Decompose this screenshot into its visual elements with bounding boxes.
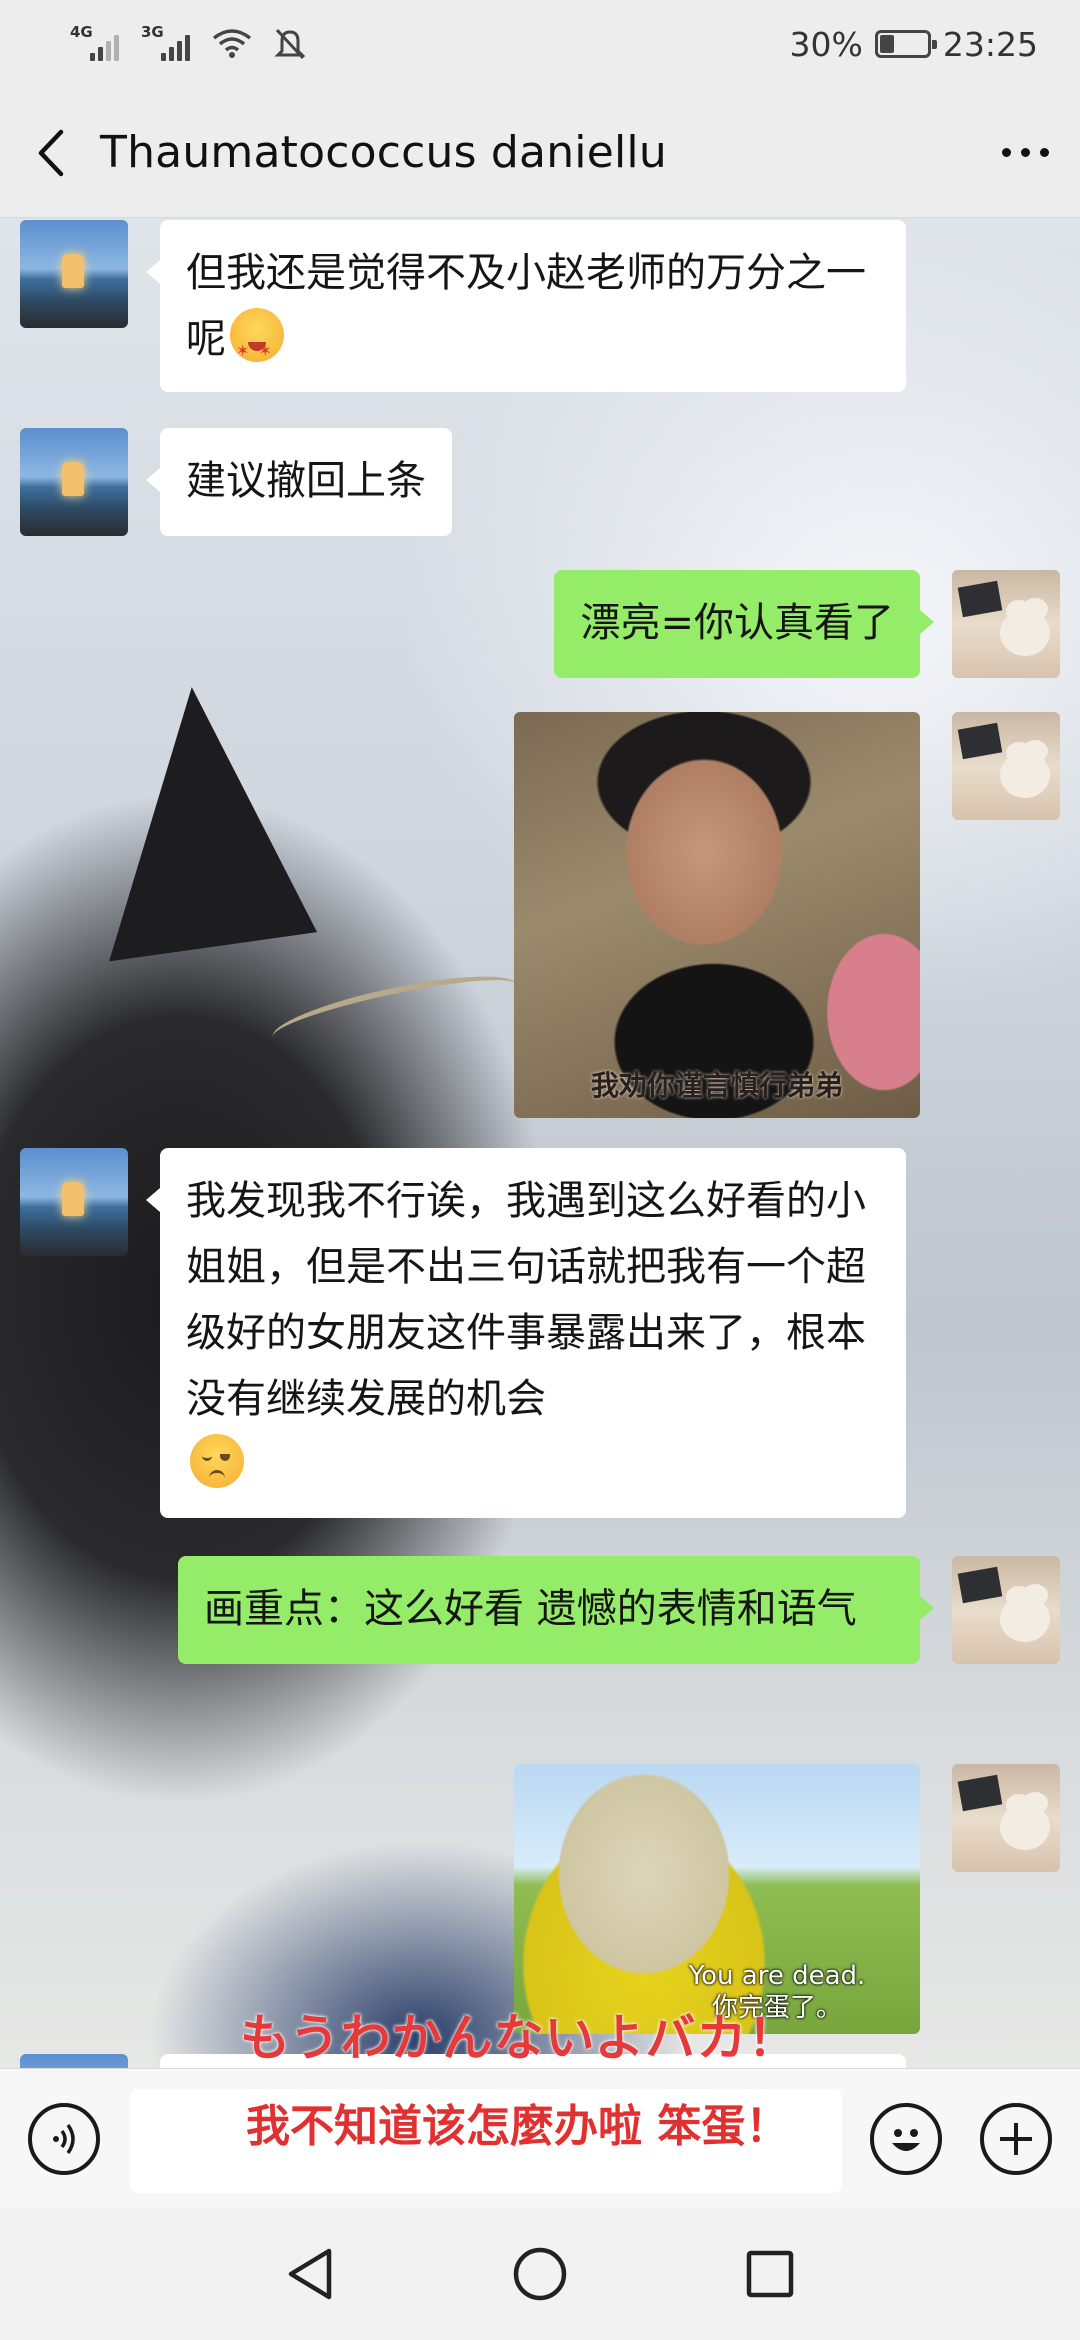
emoji-button[interactable]: [870, 2103, 942, 2175]
battery-icon: [874, 30, 937, 58]
message-bubble[interactable]: 画重点：这么好看 遗憾的表情和语气: [178, 1556, 934, 1664]
overlay-caption-jp: もうわかんないよバカ！: [240, 2009, 799, 2067]
message-row: You are dead. 你完蛋了。: [514, 1764, 1060, 2034]
message-row: 我发现我不行诶，我遇到这么好看的小姐姐，但是不出三句话就把我有一个超级好的女朋友…: [20, 1148, 906, 1518]
overlay-caption-cn: 我不知道该怎麼办啦 笨蛋！: [246, 2101, 790, 2152]
system-nav-bar: [0, 2208, 1080, 2340]
image-caption: 我劝你谨言慎行弟弟: [590, 1069, 843, 1102]
background-glasses: [267, 962, 523, 1060]
status-bar: 4G 3G 30% 23:25: [0, 0, 1080, 88]
nav-back-button[interactable]: [280, 2244, 340, 2304]
more-dots-icon: [1001, 148, 1011, 157]
plus-icon: [1000, 2123, 1032, 2155]
message-row: 建议撤回上条: [20, 428, 452, 536]
status-right: 30% 23:25: [790, 25, 1038, 64]
chevron-left-icon: [38, 129, 64, 176]
avatar[interactable]: [20, 1148, 128, 1256]
nav-home-button[interactable]: [510, 2244, 570, 2304]
network-type-label: 3G: [141, 23, 164, 41]
message-bubble[interactable]: 漂亮=你认真看了: [554, 570, 934, 678]
avatar[interactable]: [952, 712, 1060, 820]
status-left: 4G 3G: [70, 23, 306, 61]
back-button[interactable]: [0, 88, 100, 218]
signal-icon: 3G: [141, 23, 190, 61]
avatar[interactable]: [952, 1764, 1060, 1872]
message-bubble[interactable]: 但我还是觉得不及小赵老师的万分之一呢: [146, 220, 906, 392]
message-bubble[interactable]: 建议撤回上条: [146, 428, 452, 536]
home-circle-icon: [513, 2247, 567, 2301]
mute-icon: [274, 28, 306, 60]
battery-percent: 30%: [789, 24, 863, 64]
message-text: 漂亮=你认真看了: [580, 600, 894, 646]
message-text: 我发现我不行诶，我遇到这么好看的小姐姐，但是不出三句话就把我有一个超级好的女朋友…: [186, 1178, 866, 1422]
network-type-label: 4G: [70, 23, 93, 41]
smiley-icon: [892, 2129, 920, 2151]
pensive-emoji-icon: [190, 1434, 244, 1488]
star-struck-emoji-icon: [230, 308, 284, 384]
image-message[interactable]: You are dead. 你完蛋了。: [514, 1764, 920, 2034]
more-options-button[interactable]: [970, 88, 1080, 218]
message-text: 建议撤回上条: [186, 458, 426, 504]
nav-recents-button[interactable]: [740, 2244, 800, 2304]
avatar[interactable]: [20, 220, 128, 328]
image-message[interactable]: 我劝你谨言慎行弟弟: [514, 712, 920, 1118]
plus-button[interactable]: [980, 2103, 1052, 2175]
message-row: 漂亮=你认真看了: [554, 570, 1060, 678]
chat-area[interactable]: 但我还是觉得不及小赵老师的万分之一呢 建议撤回上条 漂亮=你认真看了 我劝你谨言…: [0, 218, 1080, 2068]
message-text: 但我还是觉得不及小赵老师的万分之一呢: [186, 250, 866, 362]
battery-level-fill: [879, 35, 894, 53]
back-triangle-icon: [288, 2248, 332, 2300]
message-text: 画重点：这么好看 遗憾的表情和语气: [204, 1586, 857, 1632]
wifi-icon: [212, 29, 252, 58]
avatar[interactable]: [20, 428, 128, 536]
more-dot: [1039, 148, 1049, 157]
chat-header: Thaumatococcus daniellu: [0, 88, 1080, 218]
voice-button[interactable]: [28, 2103, 100, 2175]
message-row: 我劝你谨言慎行弟弟: [514, 712, 1060, 1118]
avatar[interactable]: [952, 1556, 1060, 1664]
more-dot: [1020, 148, 1030, 157]
avatar[interactable]: [20, 2054, 128, 2068]
avatar[interactable]: [952, 570, 1060, 678]
message-bubble[interactable]: 我发现我不行诶，我遇到这么好看的小姐姐，但是不出三句话就把我有一个超级好的女朋友…: [146, 1148, 906, 1518]
voice-icon: [53, 2123, 75, 2155]
background-cat-ear: [72, 674, 318, 962]
chat-title: Thaumatococcus daniellu: [100, 127, 667, 178]
clock: 23:25: [942, 24, 1038, 64]
message-row: 但我还是觉得不及小赵老师的万分之一呢: [20, 220, 906, 392]
recents-square-icon: [746, 2250, 794, 2298]
image-caption-line: You are dead.: [688, 1961, 866, 1991]
signal-icon: 4G: [70, 23, 119, 61]
message-row: 画重点：这么好看 遗憾的表情和语气: [178, 1556, 1060, 1664]
